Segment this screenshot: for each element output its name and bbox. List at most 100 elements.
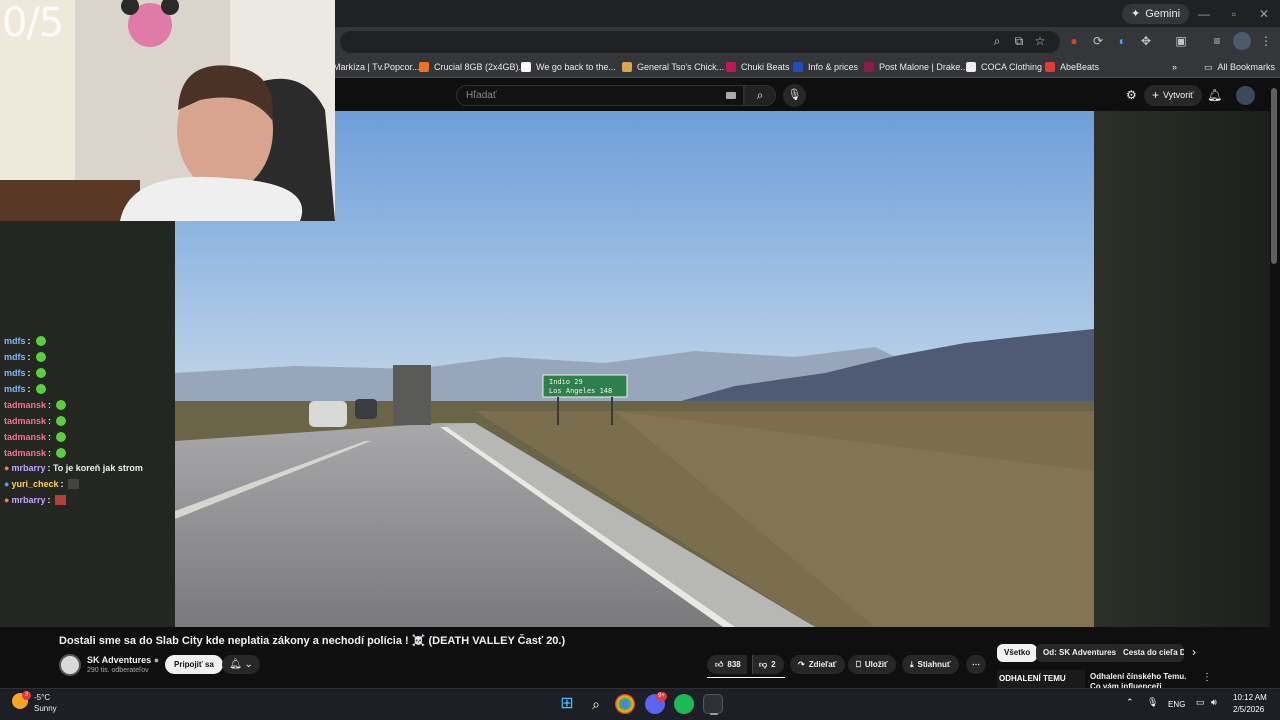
plus-icon: + — [1152, 88, 1160, 102]
weather-badge: 3 — [22, 691, 31, 700]
install-app-icon[interactable]: ⧉ — [1010, 32, 1028, 50]
share-icon: ↷ — [798, 660, 805, 669]
badge-icon: ● — [4, 495, 10, 505]
zoom-icon[interactable]: ⌕ — [988, 32, 1006, 50]
chip-from-channel[interactable]: Od: SK Adventures — [1036, 644, 1124, 662]
extension-audio-icon[interactable]: ◖ — [1112, 32, 1130, 50]
verified-icon: ● — [153, 655, 160, 665]
channel-avatar[interactable] — [59, 654, 81, 676]
bookmark-item[interactable]: Crucial 8GB (2x4GB)... — [419, 59, 526, 75]
keyboard-icon[interactable] — [726, 92, 736, 99]
volume-icon[interactable]: 🔊︎ — [1211, 697, 1217, 708]
network-icon[interactable]: ▭ — [1196, 697, 1205, 708]
extension-icon[interactable]: ⟳ — [1089, 32, 1107, 50]
bookmark-item[interactable]: Markíza | Tv.Popcor... — [333, 59, 420, 75]
bookmarks-overflow-icon[interactable]: » — [1172, 59, 1177, 75]
more-actions-button[interactable]: ⋯ — [966, 655, 986, 674]
next-video-thumbnail[interactable]: ODHALENÍ TEMU — [997, 670, 1085, 688]
page-scrollbar[interactable] — [1271, 88, 1277, 264]
windows-start-icon[interactable]: ⊞ — [557, 694, 577, 714]
search-input[interactable]: Hľadať — [456, 85, 744, 106]
bookmark-item[interactable]: We go back to the... — [521, 59, 616, 75]
dislike-button[interactable]: 👎︎ 2 — [752, 655, 784, 674]
chip-all[interactable]: Všetko — [997, 644, 1038, 662]
stream-counter: 0/5 — [2, 0, 64, 46]
emote-icon — [35, 336, 46, 346]
emote-icon — [35, 384, 46, 394]
tray-chevron-up-icon[interactable]: ⌃ — [1126, 697, 1134, 708]
clock-time[interactable]: 10:12 AM — [1233, 693, 1267, 702]
microphone-tray-icon[interactable]: 🎙 — [1147, 697, 1158, 708]
subscriber-count: 290 tis. odberateľov — [87, 667, 149, 674]
microphone-icon: 🎙 — [787, 89, 802, 101]
create-button[interactable]: + Vytvoriť — [1144, 85, 1202, 106]
notifications-bell-icon[interactable]: 🔔︎ — [1207, 88, 1222, 102]
coca-favicon-icon — [966, 62, 976, 72]
extensions-puzzle-icon[interactable]: ✥ — [1137, 32, 1155, 50]
browser-menu-icon[interactable]: ⋮ — [1257, 32, 1275, 50]
gear-icon[interactable]: ⚙ — [1126, 88, 1137, 102]
bookmark-item[interactable]: Chuki Beats — [726, 59, 790, 75]
recipe-favicon-icon — [622, 62, 632, 72]
obs-icon[interactable] — [703, 694, 723, 714]
bookmark-item[interactable]: Info & prices — [793, 59, 858, 75]
chat-message: ● mrbarry: To je koreň jak strom — [4, 463, 143, 473]
weather-temp: -5°C — [34, 693, 51, 702]
profile-avatar[interactable] — [1233, 32, 1251, 50]
chip-related[interactable]: Cesta do cieľa Do... — [1116, 644, 1184, 662]
next-video-title[interactable]: Odhalení čínského Temu. Co vám influence… — [1090, 672, 1190, 688]
chevron-right-icon[interactable]: › — [1192, 645, 1196, 659]
subscription-bell-button[interactable]: 🔔︎ ⌄ — [222, 655, 260, 674]
minimize-icon[interactable]: — — [1196, 6, 1212, 22]
next-video-menu-icon[interactable]: ⋮ — [1202, 672, 1212, 683]
address-bar[interactable] — [340, 31, 1060, 53]
chrome-icon[interactable] — [615, 694, 635, 714]
badge-icon: ● — [4, 479, 10, 489]
sparkle-icon: ✦ — [1131, 8, 1141, 20]
download-button[interactable]: ⤓ Stiahnuť — [902, 655, 959, 674]
channel-name[interactable]: SK Adventures ● — [87, 655, 159, 665]
clock-date[interactable]: 2/5/2026 — [1233, 705, 1264, 714]
media-control-icon[interactable]: ▣ — [1172, 32, 1190, 50]
post-malone-favicon-icon — [864, 62, 874, 72]
bookmark-star-icon[interactable]: ☆ — [1031, 32, 1049, 50]
taskbar-search-icon[interactable]: ⌕ — [586, 694, 606, 714]
bookmark-item[interactable]: Post Malone | Drake... — [864, 59, 968, 75]
download-icon: ⤓ — [910, 660, 914, 669]
emote-icon — [56, 416, 67, 426]
bell-icon: 🔔︎ — [229, 659, 242, 670]
chuki-favicon-icon — [726, 62, 736, 72]
close-icon[interactable]: ✕ — [1256, 6, 1272, 22]
bookmark-item[interactable]: COCA Clothing — [966, 59, 1042, 75]
car — [309, 401, 347, 427]
reading-list-icon[interactable]: ≡ — [1208, 32, 1226, 50]
bookmark-item[interactable]: General Tso's Chick... — [622, 59, 724, 75]
more-icon: ⋯ — [972, 660, 980, 669]
thumbs-down-icon: 👎︎ — [759, 660, 768, 669]
spotify-icon[interactable] — [674, 694, 694, 714]
crucial-favicon-icon — [419, 62, 429, 72]
chat-message: tadmansk: — [4, 398, 67, 412]
like-button[interactable]: 👍︎ 838 — [707, 655, 747, 674]
discord-badge: 9+ — [656, 692, 667, 701]
emote-icon — [56, 400, 67, 410]
search-button[interactable]: ⌕ — [744, 85, 776, 106]
save-button[interactable]: ⎕ Uložiť — [848, 655, 896, 674]
save-bookmark-icon: ⎕ — [856, 660, 861, 669]
right-sidebar — [1094, 111, 1270, 627]
chat-message: tadmansk: — [4, 446, 67, 460]
chat-message: ● mrbarry: — [4, 493, 67, 507]
windows-taskbar — [0, 688, 1280, 720]
voice-search-button[interactable]: 🎙 — [783, 84, 806, 107]
google-favicon-icon — [521, 62, 531, 72]
extension-red-icon[interactable]: ● — [1065, 32, 1083, 50]
maximize-icon[interactable]: ▫ — [1226, 6, 1242, 22]
gemini-button[interactable]: ✦ Gemini — [1122, 4, 1190, 24]
join-button[interactable]: Pripojiť sa — [165, 655, 223, 674]
truck — [393, 365, 431, 425]
all-bookmarks[interactable]: ▭ All Bookmarks — [1204, 59, 1275, 75]
language-indicator[interactable]: ENG — [1168, 700, 1185, 709]
bookmark-item[interactable]: AbeBeats — [1045, 59, 1099, 75]
account-avatar[interactable] — [1236, 86, 1255, 105]
share-button[interactable]: ↷ Zdieľať — [790, 655, 845, 674]
